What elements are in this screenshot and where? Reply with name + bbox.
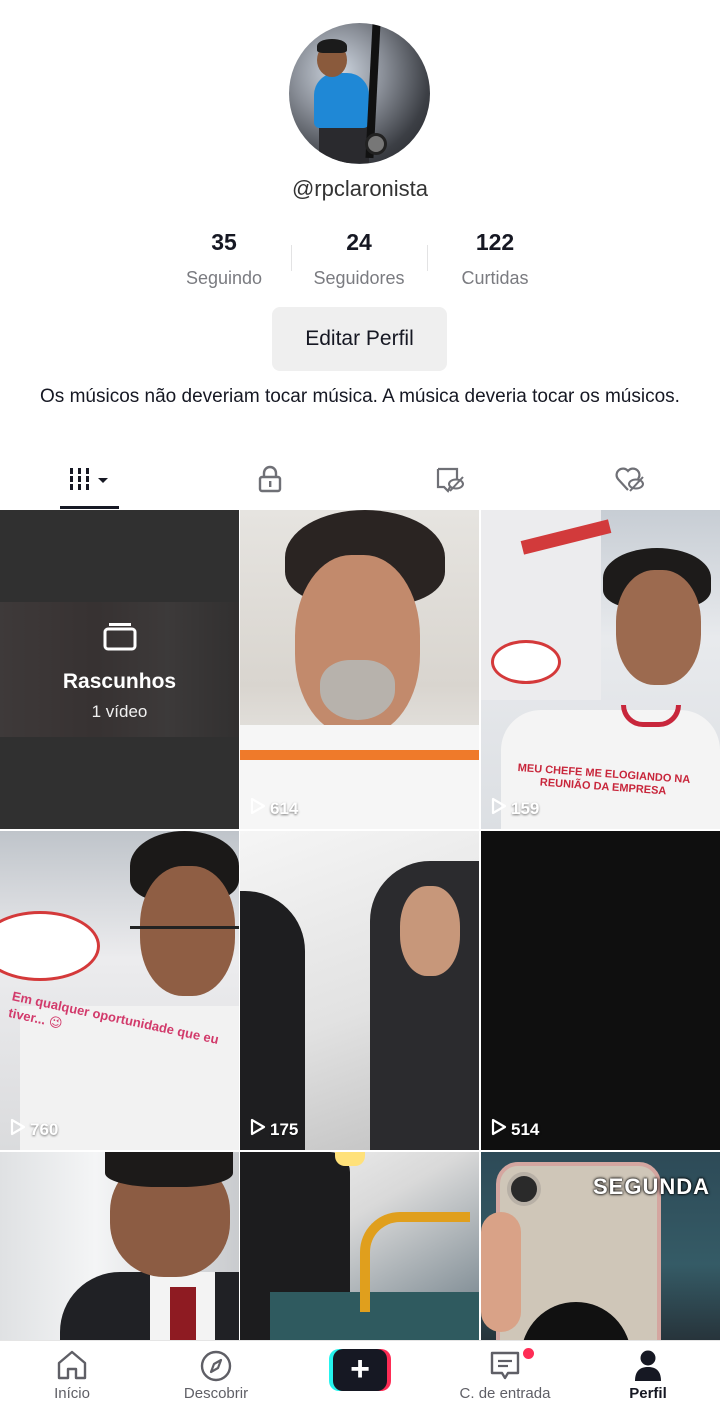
play-icon <box>250 797 266 820</box>
tab-videos[interactable] <box>0 452 180 510</box>
active-tab-indicator <box>60 506 119 509</box>
edit-profile-button[interactable]: Editar Perfil <box>272 307 447 371</box>
view-count: 514 <box>491 1118 539 1141</box>
view-count-value: 760 <box>30 1119 59 1139</box>
video-thumbnail[interactable]: SEGUNDA <box>481 1152 720 1340</box>
tagged-hidden-icon <box>435 465 465 498</box>
compass-icon <box>199 1349 233 1388</box>
videos-grid-icon <box>67 466 113 497</box>
tab-liked[interactable] <box>540 452 720 510</box>
nav-profile[interactable]: Perfil <box>600 1341 696 1416</box>
drafts-folder-icon <box>102 620 138 657</box>
nav-home-label: Início <box>54 1385 90 1402</box>
view-count-value: 175 <box>270 1119 299 1139</box>
nav-inbox[interactable]: C. de entrada <box>440 1341 570 1416</box>
nav-home[interactable]: Início <box>20 1341 124 1416</box>
video-thumbnail[interactable] <box>240 1152 479 1340</box>
inbox-icon <box>488 1349 522 1388</box>
stat-following-count: 35 <box>211 229 237 255</box>
video-thumbnail[interactable]: 614 <box>240 510 479 829</box>
lock-icon <box>257 465 283 498</box>
play-icon <box>10 1118 26 1141</box>
video-thumbnail[interactable]: MEU CHEFE ME ELOGIANDO NA REUNIÃO DA EMP… <box>481 510 720 829</box>
nav-profile-label: Perfil <box>629 1385 667 1402</box>
profile-tabs <box>0 452 720 510</box>
play-icon <box>491 797 507 820</box>
stat-followers-label: Seguidores <box>313 268 405 288</box>
nav-discover-label: Descobrir <box>183 1385 249 1402</box>
play-icon <box>491 1118 507 1141</box>
home-icon <box>55 1349 89 1386</box>
view-count-value: 159 <box>511 798 540 818</box>
view-count: 760 <box>10 1118 58 1141</box>
video-thumbnail[interactable] <box>0 1152 239 1340</box>
nav-inbox-label: C. de entrada <box>459 1385 551 1402</box>
view-count: 175 <box>250 1118 298 1141</box>
video-thumbnail[interactable]: 514 <box>481 831 720 1150</box>
view-count: 614 <box>250 797 298 820</box>
play-icon <box>250 1118 266 1141</box>
stat-followers-count: 24 <box>346 229 372 255</box>
profile-avatar[interactable] <box>289 23 430 164</box>
stat-likes-count: 122 <box>475 229 515 255</box>
view-count-value: 614 <box>270 798 299 818</box>
stat-following[interactable]: 35 Seguindo <box>154 229 294 289</box>
stat-followers[interactable]: 24 Seguidores <box>289 229 429 289</box>
drafts-count: 1 vídeo <box>91 702 148 721</box>
video-grid: Rascunhos 1 vídeo 614 MEU CHEFE ME ELOGI… <box>0 510 720 1340</box>
stat-likes-label: Curtidas <box>461 268 529 288</box>
tab-tagged[interactable] <box>360 452 540 510</box>
drafts-tile[interactable]: Rascunhos 1 vídeo <box>0 510 239 829</box>
video-thumbnail[interactable]: 175 <box>240 831 479 1150</box>
view-count-value: 514 <box>511 1119 540 1139</box>
create-video-button[interactable]: + <box>329 1349 391 1391</box>
liked-hidden-icon <box>614 465 646 498</box>
tab-private[interactable] <box>180 452 360 510</box>
video-caption: SEGUNDA <box>592 1174 710 1199</box>
nav-discover[interactable]: Descobrir <box>164 1341 268 1416</box>
profile-bio: Os músicos não deveriam tocar música. A … <box>40 386 680 407</box>
username: @rpclaronista <box>291 176 429 201</box>
profile-icon <box>632 1349 664 1388</box>
stat-likes[interactable]: 122 Curtidas <box>425 229 565 289</box>
bottom-navigation: Início Descobrir + C. de entrada Perfil <box>0 1340 720 1416</box>
drafts-title: Rascunhos <box>62 670 177 693</box>
notification-dot <box>523 1348 534 1359</box>
video-thumbnail[interactable]: Em qualquer oportunidade que eu tiver...… <box>0 831 239 1150</box>
stat-following-label: Seguindo <box>185 268 263 288</box>
view-count: 159 <box>491 797 539 820</box>
plus-icon: + <box>333 1349 387 1391</box>
